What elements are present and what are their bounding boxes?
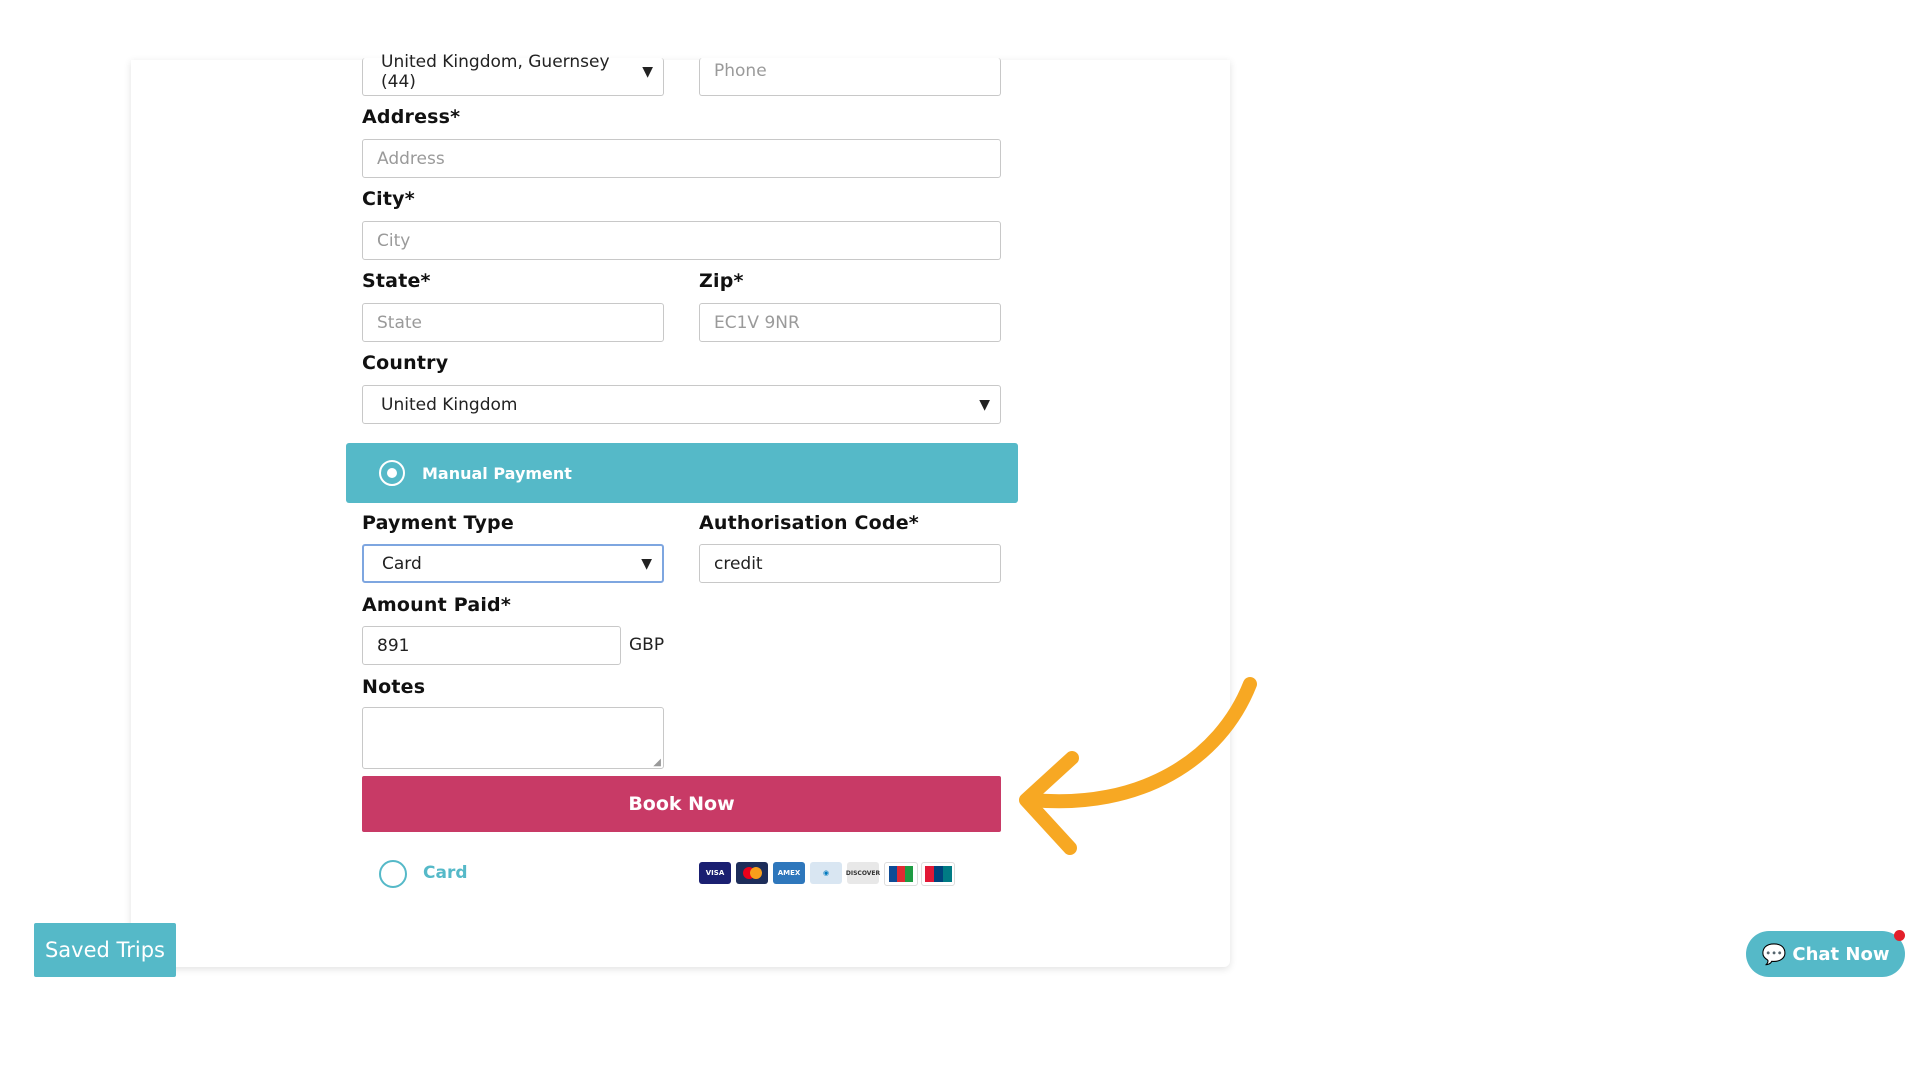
notification-dot (1894, 930, 1905, 941)
state-label: State* (362, 270, 431, 292)
amount-paid-label: Amount Paid* (362, 594, 511, 616)
resize-handle-icon[interactable]: ◢ (653, 757, 661, 768)
chevron-down-icon: ▼ (979, 396, 990, 413)
zip-input[interactable]: EC1V 9NR (699, 303, 1001, 342)
chat-now-button[interactable]: 💬 Chat Now (1746, 931, 1905, 977)
amount-paid-input[interactable]: 891 (362, 626, 621, 665)
card-option-label[interactable]: Card (423, 863, 468, 883)
book-now-button[interactable]: Book Now (362, 776, 1001, 832)
notes-label: Notes (362, 676, 426, 698)
saved-trips-button[interactable]: Saved Trips (34, 923, 176, 977)
manual-payment-label: Manual Payment (422, 463, 572, 483)
zip-label: Zip* (699, 270, 744, 292)
radio-selected-icon[interactable] (379, 460, 405, 486)
zip-placeholder: EC1V 9NR (714, 312, 800, 333)
payment-type-label: Payment Type (362, 512, 514, 534)
unionpay-icon (921, 862, 955, 886)
card-payment-radio[interactable] (379, 860, 407, 888)
notes-textarea[interactable]: ◢ (362, 707, 664, 769)
amount-paid-value: 891 (377, 635, 410, 656)
amex-icon: AMEX (773, 862, 805, 884)
jcb-icon (884, 862, 918, 886)
discover-icon: DISCOVER (846, 862, 880, 884)
authorisation-code-input[interactable]: credit (699, 544, 1001, 583)
city-label: City* (362, 188, 415, 210)
country-value: United Kingdom (381, 394, 518, 415)
country-select[interactable]: United Kingdom ▼ (362, 385, 1001, 424)
authorisation-code-label: Authorisation Code* (699, 512, 919, 534)
manual-payment-option[interactable]: Manual Payment (346, 443, 1018, 503)
address-placeholder: Address (377, 148, 445, 169)
visa-icon: VISA (699, 862, 731, 884)
city-input[interactable]: City (362, 221, 1001, 260)
chevron-down-icon: ▼ (642, 63, 653, 80)
annotation-arrow-icon (1019, 677, 1257, 855)
phone-country-select[interactable]: United Kingdom, Guernsey (44) ▼ (362, 52, 664, 96)
state-placeholder: State (377, 312, 422, 333)
book-now-label: Book Now (628, 793, 735, 815)
state-input[interactable]: State (362, 303, 664, 342)
chat-now-label: Chat Now (1792, 943, 1890, 965)
address-input[interactable]: Address (362, 139, 1001, 178)
city-placeholder: City (377, 230, 411, 251)
mastercard-icon (736, 862, 768, 884)
chat-bubble-icon: 💬 (1761, 942, 1787, 966)
phone-country-value: United Kingdom, Guernsey (44) (381, 51, 610, 92)
phone-input[interactable]: Phone (699, 58, 1001, 96)
address-label: Address* (362, 106, 461, 128)
payment-type-value: Card (382, 553, 422, 574)
card-brand-logos: VISA AMEX ◉ DISCOVER (699, 862, 959, 886)
authorisation-code-value: credit (714, 553, 763, 574)
radio-dot (387, 468, 397, 478)
diners-club-icon: ◉ (810, 862, 842, 884)
chevron-down-icon: ▼ (641, 555, 652, 572)
currency-label: GBP (629, 635, 665, 655)
payment-type-select[interactable]: Card ▼ (362, 544, 664, 583)
saved-trips-label: Saved Trips (44, 938, 166, 962)
country-label: Country (362, 352, 449, 374)
phone-placeholder: Phone (714, 60, 767, 81)
